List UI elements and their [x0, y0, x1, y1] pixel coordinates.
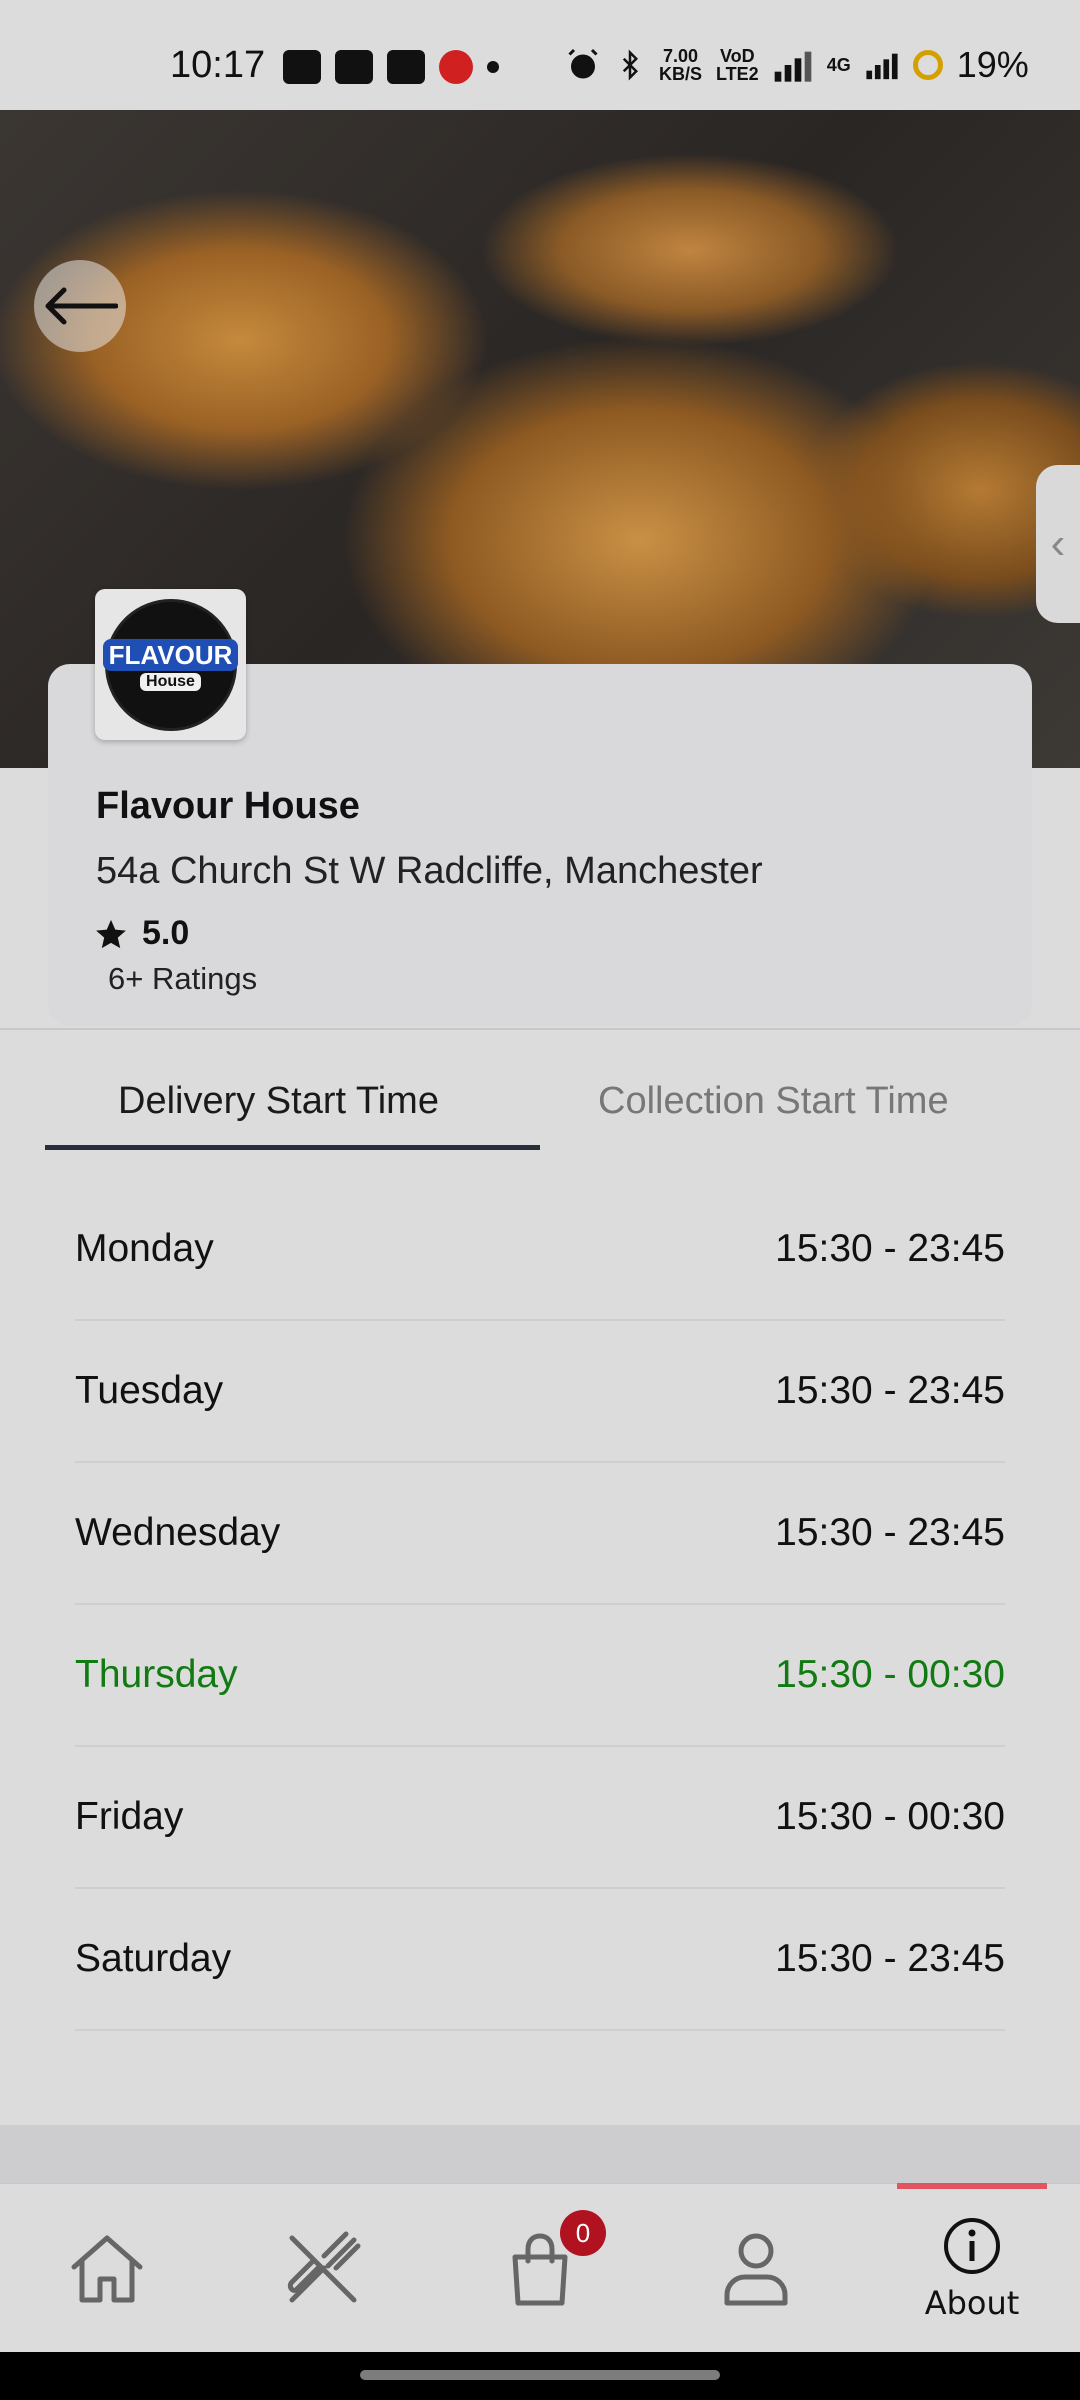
- network-type: 4G: [826, 55, 851, 75]
- day-label: Tuesday: [75, 1369, 224, 1412]
- notes-icon: [335, 50, 373, 84]
- battery-level: 19%: [956, 44, 1029, 85]
- schedule-row-saturday: Saturday 15:30 - 23:45: [75, 1889, 1005, 2031]
- logo-sub: House: [140, 672, 201, 691]
- notification-icons: [283, 50, 499, 84]
- hours-label: 15:30 - 23:45: [775, 1369, 1005, 1412]
- divider: [0, 1028, 1080, 1030]
- day-label: Saturday: [75, 1937, 232, 1980]
- schedule-row-tuesday: Tuesday 15:30 - 23:45: [75, 1321, 1005, 1463]
- chevron-left-icon: ‹: [1050, 519, 1066, 568]
- volte-indicator: VoD LTE2: [716, 46, 759, 84]
- status-time: 10:17: [170, 44, 266, 86]
- nav-account[interactable]: [681, 2184, 831, 2354]
- tab-delivery-start-time[interactable]: Delivery Start Time: [118, 1080, 439, 1123]
- nav-home[interactable]: [32, 2184, 182, 2354]
- home-icon: [71, 2235, 143, 2303]
- side-panel-handle[interactable]: ‹: [1036, 465, 1080, 623]
- network-speed: 7.00 KB/S: [659, 46, 703, 84]
- rating: 5.0: [94, 914, 189, 953]
- day-label: Wednesday: [75, 1511, 281, 1554]
- day-label: Friday: [75, 1795, 184, 1838]
- calendar-icon: [387, 50, 425, 84]
- hours-label: 15:30 - 23:45: [775, 1937, 1005, 1980]
- hours-label: 15:30 - 23:45: [775, 1511, 1005, 1554]
- schedule-row-monday: Monday 15:30 - 23:45: [75, 1179, 1005, 1321]
- nav-active-indicator: [897, 2183, 1047, 2189]
- bluetooth-icon: [622, 49, 639, 81]
- restaurant-name: Flavour House: [96, 785, 360, 827]
- fork-knife-icon: [287, 2231, 361, 2303]
- nav-about-label: About: [924, 2284, 1020, 2322]
- rating-value: 5.0: [142, 914, 190, 952]
- logo-word: FLAVOUR: [102, 638, 239, 671]
- airtel-icon: [439, 50, 473, 84]
- restaurant-address: 54a Church St W Radcliffe, Manchester: [96, 850, 763, 892]
- nav-cart[interactable]: 0: [465, 2184, 615, 2354]
- signal-icon-2: [866, 53, 898, 80]
- back-arrow-icon: [45, 287, 118, 325]
- active-tab-indicator: [45, 1145, 540, 1150]
- signal-icon: [774, 51, 812, 82]
- star-icon: [96, 919, 126, 948]
- day-label: Monday: [75, 1227, 214, 1270]
- restaurant-logo: FLAVOUR House: [95, 589, 246, 740]
- schedule-row-wednesday: Wednesday 15:30 - 23:45: [75, 1463, 1005, 1605]
- logo-badge: FLAVOUR House: [102, 598, 239, 731]
- cart-count-badge: 0: [560, 2210, 606, 2256]
- youtube-icon: [283, 50, 321, 84]
- battery-saver-icon: [912, 50, 943, 80]
- alarm-icon: [568, 48, 598, 79]
- home-gesture-bar[interactable]: [360, 2370, 720, 2380]
- nav-about[interactable]: About: [897, 2184, 1047, 2354]
- back-button[interactable]: [34, 260, 126, 352]
- nav-menu[interactable]: [248, 2184, 398, 2354]
- ratings-count: 6+ Ratings: [108, 961, 258, 996]
- hours-label: 15:30 - 00:30: [775, 1653, 1005, 1696]
- schedule-row-thursday: Thursday 15:30 - 00:30: [75, 1605, 1005, 1747]
- schedule-row-friday: Friday 15:30 - 00:30: [75, 1747, 1005, 1889]
- system-icons: 7.00 KB/S VoD LTE2 4G 19%: [565, 44, 1029, 86]
- hours-label: 15:30 - 23:45: [775, 1227, 1005, 1270]
- hours-label: 15:30 - 00:30: [775, 1795, 1005, 1838]
- content-footer: [0, 2125, 1080, 2185]
- status-bar: 10:17 7.00 KB/S VoD LTE2 4G 19%: [0, 0, 1080, 110]
- user-icon: [724, 2233, 788, 2306]
- info-icon: [944, 2218, 1000, 2274]
- tab-collection-start-time[interactable]: Collection Start Time: [598, 1080, 949, 1123]
- more-notifications-icon: [487, 61, 499, 73]
- bottom-navigation: 0 About: [0, 2183, 1080, 2353]
- day-label: Thursday: [75, 1653, 238, 1696]
